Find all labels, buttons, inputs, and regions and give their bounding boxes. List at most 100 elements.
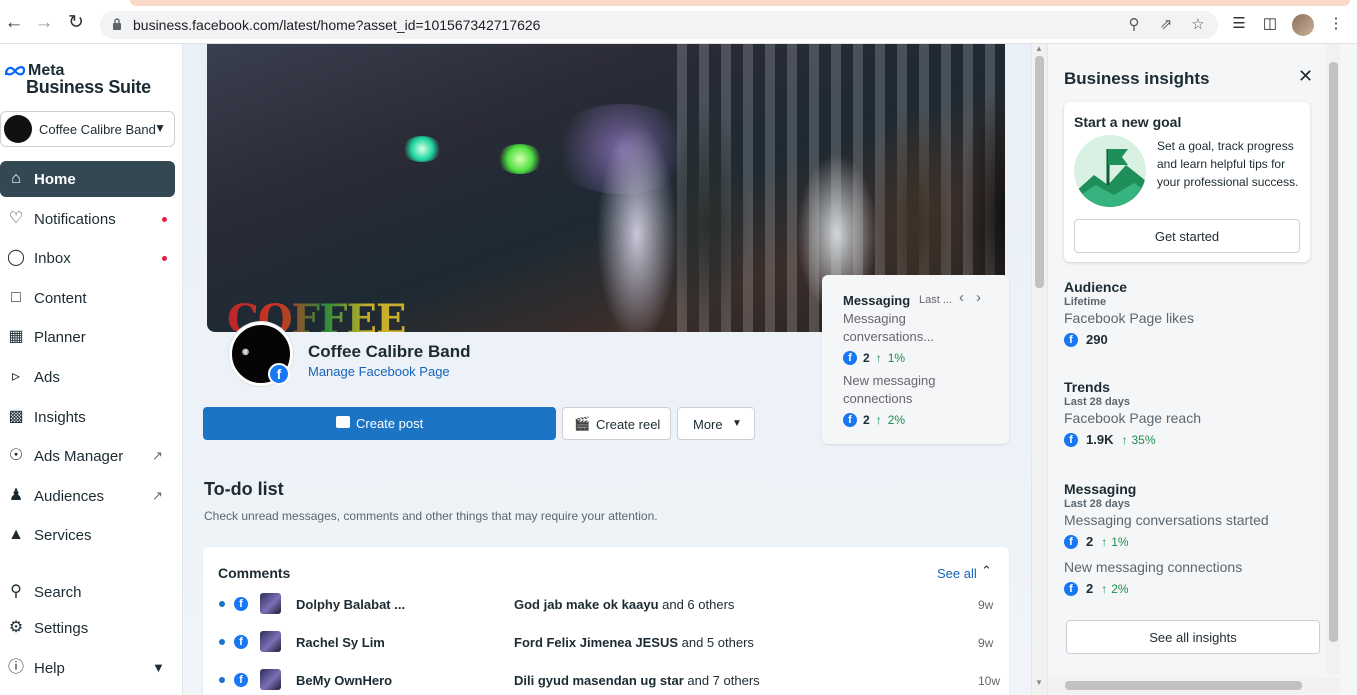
media-control-icon[interactable]: ☰ bbox=[1229, 14, 1249, 34]
unread-dot bbox=[219, 601, 225, 607]
forward-icon[interactable]: → bbox=[33, 12, 55, 34]
goal-flag-illustration bbox=[1074, 135, 1146, 207]
sidebar-item-label: Inbox bbox=[34, 250, 71, 267]
get-started-button[interactable]: Get started bbox=[1074, 219, 1300, 253]
address-bar[interactable]: business.facebook.com/latest/home?asset_… bbox=[100, 11, 1218, 39]
commenter-name: BeMy OwnHero bbox=[296, 673, 393, 688]
meta-business-suite-logo[interactable]: Meta Business Suite bbox=[4, 62, 151, 98]
chevron-right-icon[interactable]: › bbox=[976, 289, 981, 306]
comment-time: 9w bbox=[978, 636, 994, 650]
comment-thumbnail bbox=[260, 593, 281, 614]
help-icon: ⓘ bbox=[7, 659, 24, 676]
facebook-icon: f bbox=[1064, 332, 1078, 347]
sidebar-item-label: Services bbox=[34, 527, 92, 544]
section-period: Last 28 days bbox=[1064, 498, 1131, 510]
sidebar-item-home[interactable]: ⌂ Home bbox=[0, 161, 175, 197]
create-reel-button[interactable]: 🎬 Create reel bbox=[562, 407, 671, 440]
facebook-icon: f bbox=[1064, 432, 1078, 447]
facebook-icon: f bbox=[843, 413, 857, 427]
comment-thumbnail bbox=[260, 631, 281, 652]
sidebar-item-notifications[interactable]: ♡ Notifications bbox=[0, 201, 175, 237]
arrow-up-icon: ↑ bbox=[875, 351, 882, 365]
trends-section: Trends Last 28 days Facebook Page reach … bbox=[1064, 379, 1304, 447]
post-icon bbox=[336, 416, 350, 428]
browser-profile-avatar[interactable] bbox=[1292, 14, 1314, 36]
side-panel-icon[interactable]: ◫ bbox=[1260, 14, 1280, 34]
arrow-up-icon: ↑ bbox=[875, 413, 882, 427]
create-post-button[interactable]: Create post bbox=[203, 407, 556, 440]
metric-row: f 2 ↑ 2% bbox=[843, 413, 905, 427]
sidebar-item-planner[interactable]: ▦ Planner bbox=[0, 319, 175, 355]
star-icon[interactable]: ☆ bbox=[1189, 16, 1207, 34]
goal-card: Start a new goal Set a goal, track progr… bbox=[1064, 102, 1310, 262]
todo-list-title: To-do list bbox=[204, 479, 284, 499]
close-icon[interactable]: ✕ bbox=[1298, 66, 1313, 87]
see-all-link[interactable]: See all bbox=[937, 566, 977, 581]
metric-change: 2% bbox=[1111, 581, 1129, 596]
facebook-icon: f bbox=[843, 351, 857, 365]
tab-strip-edge bbox=[130, 0, 1350, 6]
sidebar-item-content[interactable]: □ Content bbox=[0, 280, 175, 316]
metric-label: New messaging connections bbox=[1064, 559, 1243, 575]
comments-title: Comments bbox=[218, 565, 291, 581]
arrow-up-icon: ↑ bbox=[1101, 581, 1108, 596]
comment-row[interactable]: f Dolphy Balabat ... God jab make ok kaa… bbox=[203, 589, 1009, 619]
metric-label: New messaging connections bbox=[843, 373, 936, 406]
comment-text: Ford Felix Jimenea JESUS and 5 others bbox=[514, 635, 754, 650]
facebook-icon: f bbox=[1064, 534, 1078, 549]
account-selector[interactable]: Coffee Calibre Band ▼ bbox=[0, 111, 175, 147]
metric-label: Facebook Page reach bbox=[1064, 410, 1201, 426]
section-title: Messaging bbox=[1064, 481, 1137, 497]
comment-text: Dili gyud masendan ug star and 7 others bbox=[514, 673, 760, 688]
see-all-insights-button[interactable]: See all insights bbox=[1066, 620, 1320, 654]
comment-row[interactable]: f BeMy OwnHero Dili gyud masendan ug sta… bbox=[203, 665, 1009, 695]
scrollbar-thumb[interactable] bbox=[1065, 681, 1302, 690]
more-button[interactable]: More ▼ bbox=[677, 407, 755, 440]
comment-text-bold: Dili gyud masendan ug star bbox=[514, 673, 684, 688]
comment-time: 9w bbox=[978, 598, 994, 612]
sidebar-item-audiences[interactable]: ♟ Audiences ↗ bbox=[0, 478, 175, 514]
scroll-up-icon[interactable]: ▲ bbox=[1035, 44, 1043, 53]
arrow-up-icon: ↑ bbox=[1121, 432, 1128, 447]
sidebar-item-insights[interactable]: ▩ Insights bbox=[0, 399, 175, 435]
browser-menu-icon[interactable]: ⋮ bbox=[1326, 14, 1346, 34]
insights-scrollbar[interactable] bbox=[1326, 44, 1340, 674]
comment-row[interactable]: f Rachel Sy Lim Ford Felix Jimenea JESUS… bbox=[203, 627, 1009, 657]
sidebar-item-help[interactable]: ⓘ Help ▼ bbox=[0, 650, 175, 686]
business-insights-panel: Business insights ✕ Start a new goal Set… bbox=[1047, 44, 1357, 695]
chevron-left-icon[interactable]: ‹ bbox=[959, 289, 964, 306]
sidebar-item-ads[interactable]: ▹ Ads bbox=[0, 359, 175, 395]
zoom-icon[interactable]: ⚲ bbox=[1125, 16, 1143, 34]
metric-value: 2 bbox=[863, 413, 870, 427]
sidebar-item-search[interactable]: ⚲ Search bbox=[0, 574, 175, 610]
main-scrollbar[interactable]: ▲ ▼ bbox=[1031, 44, 1047, 695]
metric-change: 35% bbox=[1131, 432, 1156, 447]
ads-manager-icon: ☉ bbox=[8, 447, 24, 464]
back-icon[interactable]: ← bbox=[3, 12, 25, 34]
insights-horizontal-scrollbar[interactable] bbox=[1048, 677, 1340, 694]
sidebar-item-services[interactable]: ▲ Services bbox=[0, 517, 175, 553]
unread-dot bbox=[162, 256, 167, 261]
flag-icon bbox=[1074, 149, 1146, 207]
share-icon[interactable]: ⇗ bbox=[1157, 16, 1175, 34]
sidebar-item-label: Insights bbox=[34, 409, 86, 426]
manage-facebook-page-link[interactable]: Manage Facebook Page bbox=[308, 364, 450, 379]
reload-icon[interactable]: ↻ bbox=[65, 12, 87, 34]
sidebar-item-inbox[interactable]: ◯ Inbox bbox=[0, 240, 175, 276]
todo-list-subtitle: Check unread messages, comments and othe… bbox=[204, 509, 658, 523]
chevron-up-icon[interactable]: ⌃ bbox=[981, 563, 992, 579]
page-avatar[interactable]: ◉ f bbox=[229, 322, 293, 386]
metric-row: f 1.9K ↑ 35% bbox=[1064, 432, 1304, 447]
scrollbar-thumb[interactable] bbox=[1035, 56, 1044, 288]
sidebar-item-settings[interactable]: ⚙ Settings bbox=[0, 610, 175, 646]
messaging-card-title: Messaging bbox=[843, 293, 911, 308]
caret-down-icon: ▼ bbox=[732, 418, 742, 429]
comment-text-bold: God jab make ok kaayu bbox=[514, 597, 659, 612]
sidebar-item-ads-manager[interactable]: ☉ Ads Manager ↗ bbox=[0, 438, 175, 474]
metric-value: 2 bbox=[1086, 534, 1094, 549]
scroll-down-icon[interactable]: ▼ bbox=[1035, 678, 1043, 687]
sidebar-item-label: Content bbox=[34, 290, 87, 307]
scrollbar-thumb[interactable] bbox=[1329, 62, 1338, 642]
sidebar-item-label: Notifications bbox=[34, 211, 116, 228]
logo-suite-text: Business Suite bbox=[26, 77, 151, 97]
